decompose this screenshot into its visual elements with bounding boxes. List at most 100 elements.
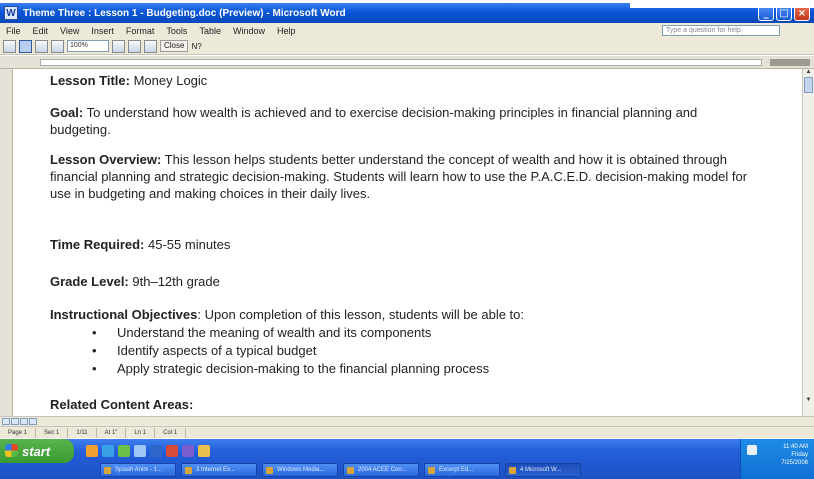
print-view-icon[interactable] [20, 418, 28, 425]
vertical-scrollbar[interactable]: ▲ ▼ [802, 69, 814, 416]
multiple-pages-icon[interactable] [51, 39, 64, 53]
list-item: • Identify aspects of a typical budget [50, 342, 489, 360]
status-bar: Page 1 Sec 1 1/11 At 1" Ln 1 Col 1 [0, 426, 814, 438]
status-section: Sec 1 [36, 427, 69, 438]
horizontal-scrollbar[interactable] [0, 416, 814, 426]
quick-launch [86, 445, 210, 457]
time-required-line: Time Required: 45-55 minutes [50, 236, 230, 253]
goal-paragraph: Goal: To understand how wealth is achiev… [50, 104, 710, 138]
tray-clock[interactable]: 11:40 AM Friday 7/25/2008 [781, 443, 808, 467]
list-item: • Understand the meaning of wealth and i… [50, 324, 489, 342]
grade-level-value: 9th–12th grade [132, 274, 220, 289]
task-button[interactable]: 2004 ACEE Con... [343, 463, 419, 477]
quick-launch-icon[interactable] [102, 445, 114, 457]
quick-launch-icon[interactable] [134, 445, 146, 457]
menu-view[interactable]: View [54, 26, 85, 36]
outline-view-icon[interactable] [29, 418, 37, 425]
quick-launch-icon[interactable] [150, 445, 162, 457]
grade-level-label: Grade Level: [50, 274, 129, 289]
ruler-margin [770, 59, 810, 66]
status-page: Page 1 [0, 427, 37, 438]
status-position: 1/11 [68, 427, 97, 438]
task-buttons: Splash Anim - 1... 3 Internet Ex... Wind… [100, 463, 581, 477]
quick-launch-icon[interactable] [166, 445, 178, 457]
goal-value: To understand how wealth is achieved and… [50, 105, 698, 137]
objectives-value: : Upon completion of this lesson, studen… [197, 307, 524, 322]
list-item: • Apply strategic decision-making to the… [50, 360, 489, 378]
goal-label: Goal: [50, 105, 84, 120]
time-required-label: Time Required: [50, 237, 145, 252]
full-screen-icon[interactable] [144, 39, 157, 53]
task-button[interactable]: Excerpt Ed... [424, 463, 500, 477]
status-at: At 1" [97, 427, 127, 438]
horizontal-ruler[interactable] [0, 56, 814, 69]
zoom-select[interactable]: 100% [67, 40, 109, 52]
web-view-icon[interactable] [11, 418, 19, 425]
menu-edit[interactable]: Edit [27, 26, 55, 36]
normal-view-icon[interactable] [2, 418, 10, 425]
task-button-active[interactable]: 4 Microsoft W... [505, 463, 581, 477]
document-area[interactable]: Lesson Title: Money Logic Goal: To under… [0, 69, 814, 416]
one-page-icon[interactable] [35, 39, 48, 53]
windows-logo-icon [5, 444, 18, 457]
related-content-label: Related Content Areas: [50, 397, 194, 412]
lesson-title-line: Lesson Title: Money Logic [50, 72, 207, 89]
volume-icon[interactable] [747, 445, 757, 455]
shrink-to-fit-icon[interactable] [128, 39, 141, 53]
ruler-band [40, 59, 762, 66]
quick-launch-icon[interactable] [86, 445, 98, 457]
clock-time: 11:40 AM [783, 444, 808, 450]
quick-launch-icon[interactable] [118, 445, 130, 457]
quick-launch-icon[interactable] [182, 445, 194, 457]
status-line: Ln 1 [126, 427, 156, 438]
objectives-list: • Understand the meaning of wealth and i… [50, 324, 489, 378]
related-content-line: Related Content Areas: [50, 396, 193, 413]
quick-launch-icon[interactable] [198, 445, 210, 457]
vertical-ruler[interactable] [0, 69, 13, 416]
word-app-icon[interactable]: W [4, 6, 18, 20]
objectives-line: Instructional Objectives: Upon completio… [50, 306, 524, 323]
print-preview-toolbar: 100% Close N? [0, 38, 814, 55]
clock-date: 7/25/2008 [781, 460, 808, 466]
taskbar: start Splash Anim - 1... 3 Internet Ex..… [0, 439, 814, 479]
task-button[interactable]: Windows Media... [262, 463, 338, 477]
word-window: W Theme Three : Lesson 1 - Budgeting.doc… [0, 0, 814, 479]
screen-edge-cutout [630, 0, 814, 8]
list-item-text: Apply strategic decision-making to the f… [117, 361, 490, 376]
menu-tools[interactable]: Tools [160, 26, 193, 36]
view-buttons [2, 418, 37, 425]
menu-table[interactable]: Table [193, 26, 227, 36]
bullet-icon: • [92, 325, 97, 340]
task-button[interactable]: 3 Internet Ex... [181, 463, 257, 477]
task-button[interactable]: Splash Anim - 1... [100, 463, 176, 477]
close-preview-button[interactable]: Close [160, 40, 189, 52]
menu-bar: File Edit View Insert Format Tools Table… [0, 23, 814, 38]
start-button[interactable]: start [0, 439, 74, 463]
magnifier-icon[interactable] [19, 39, 32, 53]
print-icon[interactable] [3, 39, 16, 53]
time-required-value: 45-55 minutes [148, 237, 231, 252]
objectives-label: Instructional Objectives [50, 307, 198, 322]
menu-format[interactable]: Format [120, 26, 161, 36]
menu-help[interactable]: Help [271, 26, 302, 36]
scroll-down-icon[interactable]: ▼ [804, 397, 813, 406]
overview-paragraph: Lesson Overview: This lesson helps stude… [50, 151, 750, 202]
scroll-thumb[interactable] [804, 77, 813, 93]
list-item-text: Identify aspects of a typical budget [117, 343, 317, 358]
system-tray: 11:40 AM Friday 7/25/2008 [740, 439, 814, 479]
overview-label: Lesson Overview: [50, 152, 162, 167]
menu-file[interactable]: File [0, 26, 27, 36]
lesson-title-value: Money Logic [133, 73, 208, 88]
menu-insert[interactable]: Insert [85, 26, 120, 36]
list-item-text: Understand the meaning of wealth and its… [117, 325, 432, 340]
bullet-icon: • [92, 343, 97, 358]
bullet-icon: • [92, 361, 97, 376]
menu-window[interactable]: Window [227, 26, 271, 36]
grade-level-line: Grade Level: 9th–12th grade [50, 273, 220, 290]
lesson-title-label: Lesson Title: [50, 73, 130, 88]
context-help-icon[interactable]: N? [191, 42, 201, 51]
start-label: start [22, 443, 51, 459]
help-search-input[interactable]: Type a question for help [662, 25, 780, 36]
clock-day: Friday [791, 452, 808, 458]
view-ruler-icon[interactable] [112, 39, 125, 53]
